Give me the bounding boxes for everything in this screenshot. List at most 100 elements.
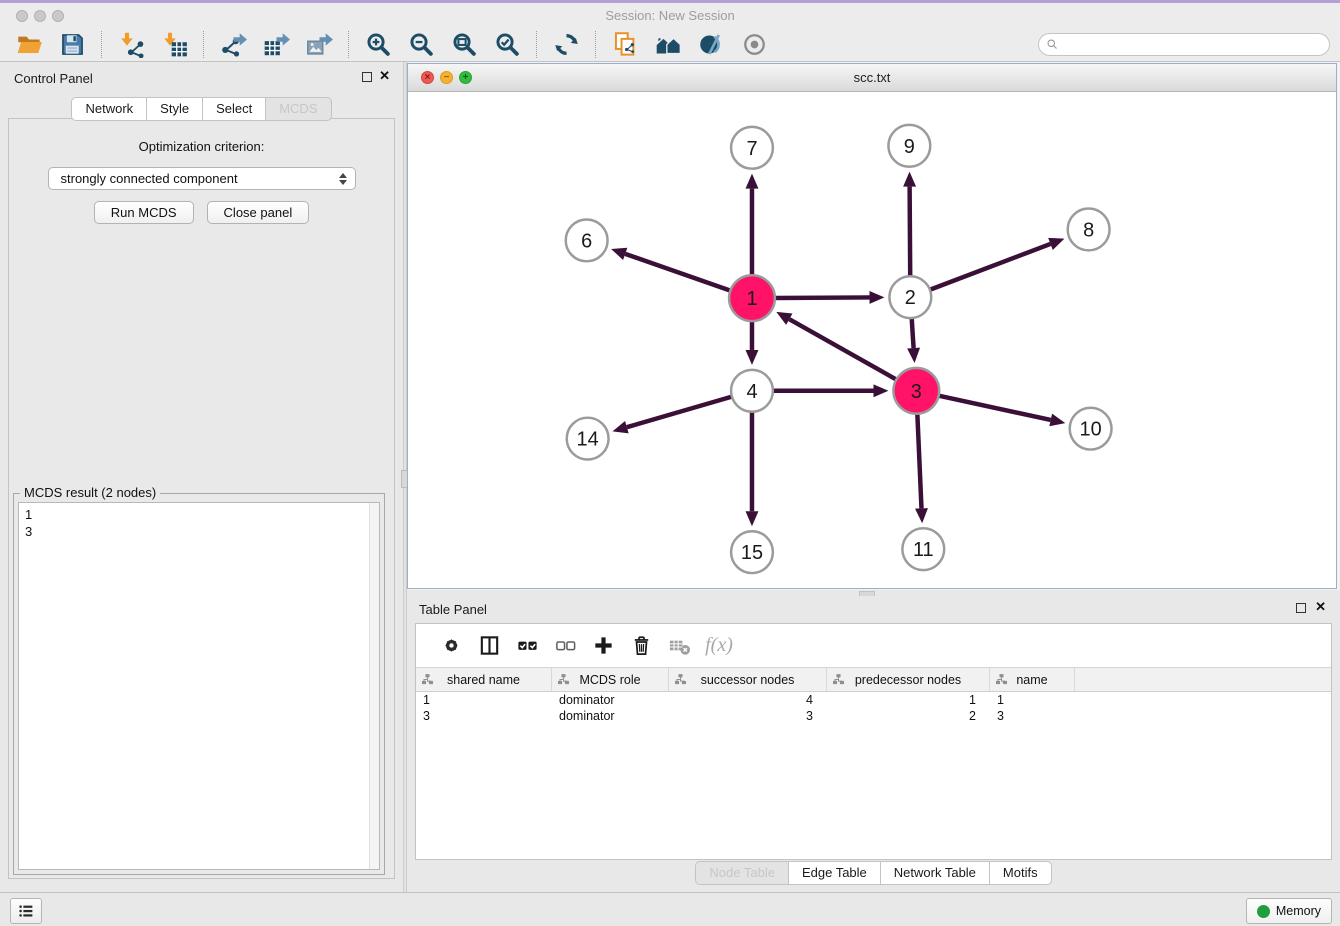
show-panels-button[interactable] [10,898,42,924]
delete-columns-button[interactable] [622,629,660,663]
tree-icon [832,673,845,686]
application-window: Session: New Session Control Panel ✕ Net… [0,0,1340,926]
graph-edge-4-15[interactable] [746,412,759,527]
column-header-shared-name[interactable]: shared name [416,668,552,691]
export-image-button[interactable] [298,29,341,60]
run-mcds-button[interactable]: Run MCDS [94,201,194,224]
graph-node-10[interactable]: 10 [1070,408,1112,450]
home-icon [655,31,682,58]
graph-node-8[interactable]: 8 [1068,209,1110,251]
search-box[interactable] [1038,33,1330,56]
tab-style[interactable]: Style [146,97,203,121]
zoom-in-icon [365,31,392,58]
graph-node-3[interactable]: 3 [893,368,939,414]
zoom-in-button[interactable] [357,29,400,60]
toggle-column-display-button[interactable] [470,629,508,663]
tab-select[interactable]: Select [202,97,266,121]
graph-node-15[interactable]: 15 [731,531,773,573]
style-compare-button[interactable] [690,29,733,60]
table-tab-node-table[interactable]: Node Table [695,861,789,885]
tree-icon [421,673,434,686]
refresh-icon [553,31,580,58]
table-header-row: shared name MCDS rolesuccessor nodesprede… [416,668,1331,692]
select-all-rows-button[interactable] [508,629,546,663]
plus-icon [592,634,615,657]
zoom-out-button[interactable] [400,29,443,60]
first-neighbors-button[interactable] [647,29,690,60]
graph-edge-2-3[interactable] [907,318,920,363]
cell-name: 1 [990,692,1075,708]
control-panel-title: Control Panel [14,71,93,86]
copy-style-icon [612,31,639,58]
graph-edge-1-6[interactable] [611,248,730,291]
graph-edge-3-1[interactable] [776,312,896,380]
column-header-predecessor-nodes[interactable]: predecessor nodes [827,668,990,691]
show-hide-graphics-button[interactable] [733,29,776,60]
create-new-column-button[interactable] [584,629,622,663]
table-tab-network-table[interactable]: Network Table [880,861,990,885]
graph-edge-1-4[interactable] [746,321,759,365]
graph-node-4[interactable]: 4 [731,370,773,412]
list-icon [17,902,35,920]
graph-edge-3-10[interactable] [939,396,1066,427]
mcds-result-line: 1 [19,503,379,523]
float-panel-icon[interactable] [362,72,372,82]
graph-node-2[interactable]: 2 [889,276,931,318]
column-header-MCDS-role[interactable]: MCDS role [552,668,669,691]
graph-node-1[interactable]: 1 [729,275,775,321]
deselect-all-rows-button[interactable] [546,629,584,663]
graph-edge-1-7[interactable] [746,174,759,276]
tree-icon [674,673,687,686]
column-header-label: shared name [447,673,520,687]
export-image-icon [306,31,333,58]
table-row[interactable]: 1dominator411 [416,692,1331,708]
table-close-panel-icon[interactable]: ✕ [1315,600,1326,614]
result-scrollbar[interactable] [369,503,379,869]
memory-button[interactable]: Memory [1246,898,1332,924]
table-tab-motifs[interactable]: Motifs [989,861,1052,885]
tab-mcds[interactable]: MCDS [265,97,331,121]
graph-node-14[interactable]: 14 [567,418,609,460]
graph-edge-3-11[interactable] [915,414,928,524]
graph-node-7[interactable]: 7 [731,127,773,169]
apply-preferred-layout-button[interactable] [545,29,588,60]
graph-edge-4-14[interactable] [613,397,732,434]
table-tab-edge-table[interactable]: Edge Table [788,861,881,885]
graph-edge-1-2[interactable] [775,291,885,304]
open-session-button[interactable] [8,29,51,60]
export-table-button[interactable] [255,29,298,60]
mcds-result-list[interactable]: 13 [18,502,380,870]
copy-style-button[interactable] [604,29,647,60]
gear-icon [440,634,463,657]
import-table-from-file-button[interactable] [153,29,196,60]
export-network-button[interactable] [212,29,255,60]
table-settings-button[interactable] [432,629,470,663]
column-header-successor-nodes[interactable]: successor nodes [669,668,827,691]
import-network-from-file-button[interactable] [110,29,153,60]
close-panel-button[interactable]: Close panel [207,201,310,224]
memory-status-dot [1257,905,1270,918]
table-row[interactable]: 3dominator323 [416,708,1331,724]
tab-network[interactable]: Network [71,97,147,121]
criterion-dropdown[interactable]: strongly connected component [48,167,356,190]
zoom-selected-region-button[interactable] [486,29,529,60]
graph-edge-2-9[interactable] [903,172,916,277]
save-session-button[interactable] [51,29,94,60]
cell-MCDS-role: dominator [552,708,669,724]
svg-text:15: 15 [741,542,763,564]
network-canvas[interactable]: 7 9 6 8 1 2 4 3 14 10 15 11 [408,92,1336,588]
graph-node-9[interactable]: 9 [888,125,930,167]
graph-node-6[interactable]: 6 [566,219,608,261]
close-panel-icon[interactable]: ✕ [379,69,390,83]
graph-edge-4-3[interactable] [773,384,889,397]
table-float-panel-icon[interactable] [1296,603,1306,613]
status-bar: Memory [0,892,1340,926]
graph-node-11[interactable]: 11 [902,528,944,570]
column-header-name[interactable]: name [990,668,1075,691]
network-window-titlebar[interactable]: × − + scc.txt [408,64,1336,92]
svg-text:4: 4 [746,381,757,403]
zoom-fit-content-button[interactable] [443,29,486,60]
graph-edge-2-8[interactable] [930,238,1065,290]
search-input[interactable] [1060,35,1329,54]
svg-text:9: 9 [904,136,915,158]
